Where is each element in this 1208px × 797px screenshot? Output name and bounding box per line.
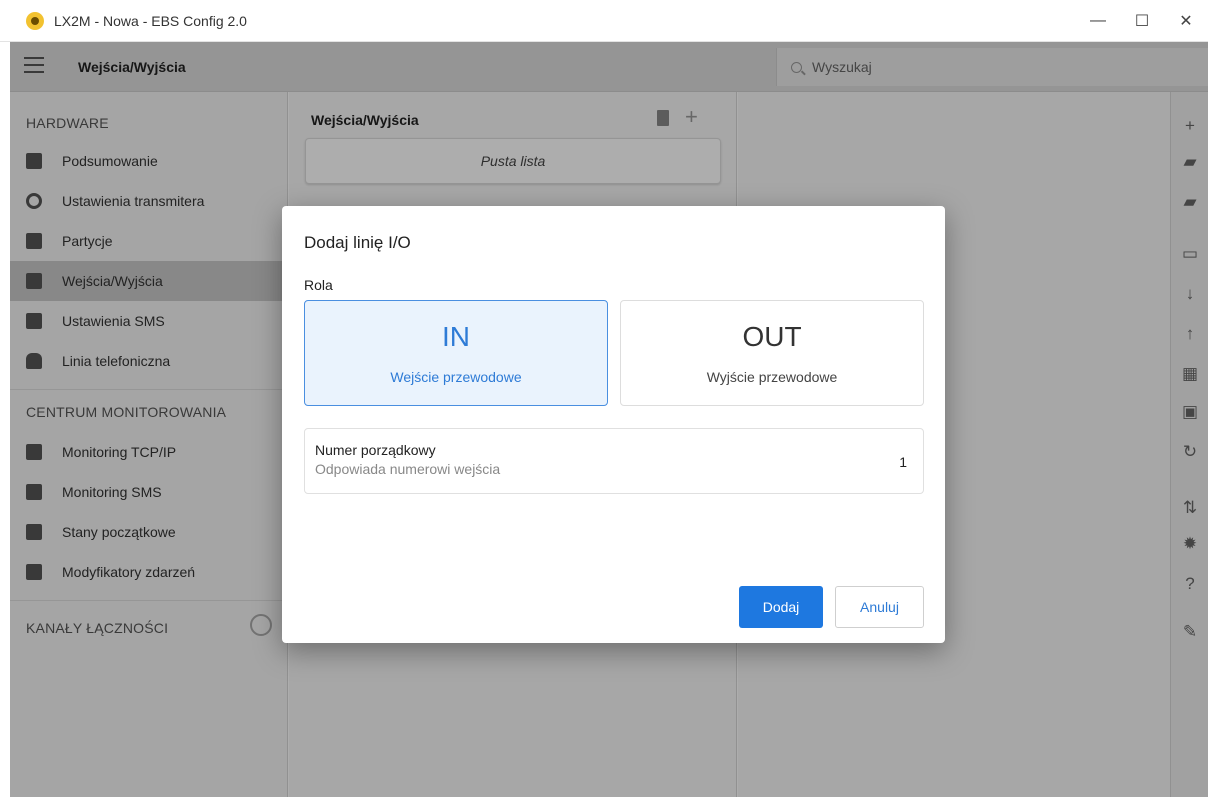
role-code: IN bbox=[442, 321, 470, 352]
window-titlebar: LX2M - Nowa - EBS Config 2.0 — ☐ ✕ bbox=[0, 0, 1208, 42]
role-description: Wyjście przewodowe bbox=[706, 369, 838, 385]
minimize-button[interactable]: — bbox=[1076, 0, 1120, 42]
maximize-button[interactable]: ☐ bbox=[1120, 0, 1164, 42]
field-label: Numer porządkowy bbox=[315, 442, 436, 458]
cancel-button[interactable]: Anuluj bbox=[835, 586, 924, 628]
close-button[interactable]: ✕ bbox=[1164, 0, 1208, 42]
role-code: OUT bbox=[742, 321, 802, 352]
field-value[interactable]: 1 bbox=[899, 454, 907, 470]
sequence-number-field[interactable]: Numer porządkowy Odpowiada numerowi wejś… bbox=[304, 428, 924, 494]
role-description: Wejście przewodowe bbox=[390, 369, 522, 385]
add-button[interactable]: Dodaj bbox=[739, 586, 823, 628]
window-controls: — ☐ ✕ bbox=[1076, 0, 1208, 42]
field-hint: Odpowiada numerowi wejścia bbox=[315, 461, 501, 477]
role-option-in[interactable]: IN Wejście przewodowe bbox=[304, 300, 608, 406]
role-label: Rola bbox=[304, 277, 333, 293]
window-title: LX2M - Nowa - EBS Config 2.0 bbox=[54, 12, 247, 29]
add-io-dialog: Dodaj linię I/O Rola IN Wejście przewodo… bbox=[282, 206, 945, 643]
role-option-out[interactable]: OUT Wyjście przewodowe bbox=[620, 300, 924, 406]
dialog-title: Dodaj linię I/O bbox=[304, 233, 411, 252]
app-logo-icon bbox=[26, 11, 44, 30]
